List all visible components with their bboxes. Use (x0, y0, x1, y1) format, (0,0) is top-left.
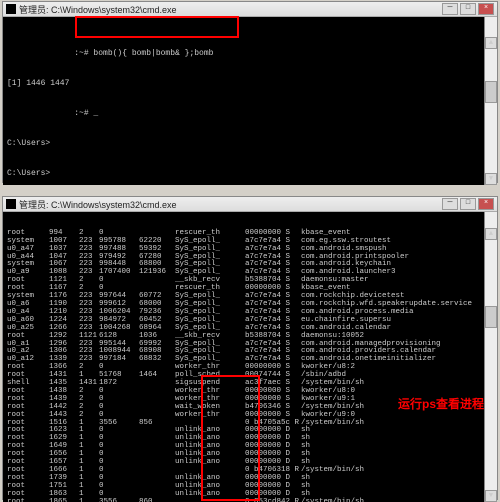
scroll-thumb[interactable] (485, 81, 497, 103)
terminal-2[interactable]: root99420rescuer_th00000000 Skbase_event… (3, 212, 497, 502)
prompt-cursor: :~# _ (7, 109, 493, 119)
prompt: C:\Users> (7, 169, 493, 179)
terminal-window-2: 管理员: C:\Windows\system32\cmd.exe ─ □ × r… (2, 196, 498, 500)
window-buttons-1: ─ □ × (442, 3, 494, 15)
scroll-down[interactable]: ▼ (485, 490, 497, 502)
minimize-button[interactable]: ─ (442, 3, 458, 15)
cmd-icon (6, 4, 16, 14)
annotation-text: 运行ps查看进程 (398, 395, 484, 412)
scrollbar-1[interactable]: ▲ ▼ (484, 17, 497, 185)
titlebar-2[interactable]: 管理员: C:\Windows\system32\cmd.exe ─ □ × (3, 197, 497, 212)
prompt: C:\Users> (7, 139, 493, 149)
maximize-button[interactable]: □ (460, 198, 476, 210)
scrollbar-2[interactable]: ▲ ▼ (484, 212, 497, 502)
scroll-up[interactable]: ▲ (485, 37, 497, 49)
titlebar-1[interactable]: 管理员: C:\Windows\system32\cmd.exe ─ □ × (3, 2, 497, 17)
title-2: 管理员: C:\Windows\system32\cmd.exe (19, 198, 177, 211)
bomb-command-line: :~# bomb(){ bomb|bomb& };bomb (7, 49, 493, 59)
scroll-thumb[interactable] (485, 306, 497, 328)
close-button[interactable]: × (478, 198, 494, 210)
pid-output: [1] 1446 1447 (7, 79, 493, 89)
window-buttons-2: ─ □ × (442, 198, 494, 210)
terminal-window-1: 管理员: C:\Windows\system32\cmd.exe ─ □ × ▲… (2, 1, 498, 183)
maximize-button[interactable]: □ (460, 3, 476, 15)
minimize-button[interactable]: ─ (442, 198, 458, 210)
title-1: 管理员: C:\Windows\system32\cmd.exe (19, 3, 177, 16)
cmd-icon (6, 199, 16, 209)
scroll-up[interactable]: ▲ (485, 228, 497, 240)
close-button[interactable]: × (478, 3, 494, 15)
scroll-down[interactable]: ▼ (485, 173, 497, 185)
terminal-1[interactable]: ▲ ▼ :~# bomb(){ bomb|bomb& };bomb [1] 14… (3, 17, 497, 185)
process-row: root1865135568600 853cd842 R/system/bin/… (7, 499, 493, 502)
